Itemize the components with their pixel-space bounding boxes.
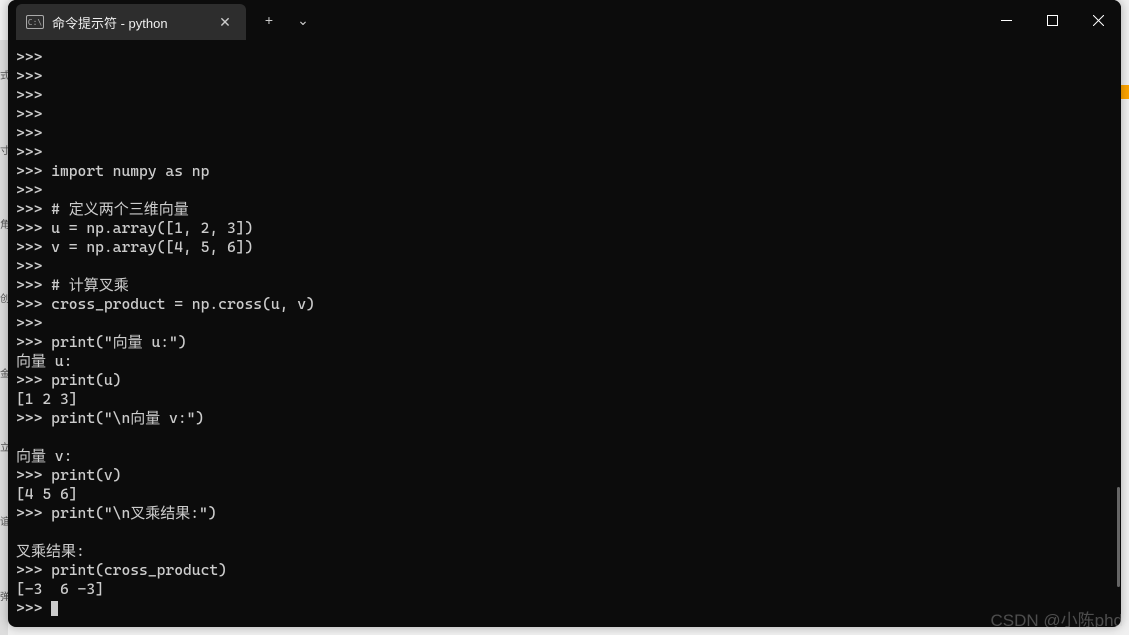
background-char: 式 <box>0 57 8 97</box>
terminal-line: >>> print("向量 u:") <box>16 333 1109 352</box>
terminal-line: [1 2 3] <box>16 390 1109 409</box>
terminal-line: >>> <box>16 124 1109 143</box>
maximize-button[interactable] <box>1029 0 1075 40</box>
scrollbar-thumb[interactable] <box>1117 487 1120 587</box>
terminal-line: >>> print(u) <box>16 371 1109 390</box>
cursor <box>51 601 58 616</box>
terminal-line: >>> cross_product = np.cross(u, v) <box>16 295 1109 314</box>
background-char: 弹 <box>0 578 8 618</box>
terminal-line: >>> # 定义两个三维向量 <box>16 200 1109 219</box>
terminal-line: 向量 v: <box>16 447 1109 466</box>
tab-active[interactable]: C:\ 命令提示符 - python ✕ <box>16 4 246 40</box>
terminal-line: >>> <box>16 86 1109 105</box>
terminal-line: >>> <box>16 143 1109 162</box>
terminal-line: >>> v = np.array([4, 5, 6]) <box>16 238 1109 257</box>
terminal-line: >>> <box>16 181 1109 200</box>
terminal-line: >>> <box>16 105 1109 124</box>
background-char: 角 <box>0 206 8 246</box>
window-controls <box>983 0 1121 40</box>
background-char: 金 <box>0 355 8 395</box>
background-char: 立 <box>0 429 8 469</box>
terminal-line: >>> print(cross_product) <box>16 561 1109 580</box>
terminal-line: >>> print(v) <box>16 466 1109 485</box>
tab-dropdown-button[interactable]: ⌄ <box>286 4 320 36</box>
terminal-line: >>> <box>16 67 1109 86</box>
background-badge <box>1121 85 1129 99</box>
new-tab-button[interactable]: + <box>252 4 286 36</box>
terminal-line: 向量 u: <box>16 352 1109 371</box>
terminal-line: >>> <box>16 599 1109 618</box>
terminal-line: >>> print("\n向量 v:") <box>16 409 1109 428</box>
terminal-line: 叉乘结果: <box>16 542 1109 561</box>
terminal-line <box>16 523 1109 542</box>
terminal-line: >>> <box>16 314 1109 333</box>
terminal-body[interactable]: >>>>>>>>>>>>>>>>>>>>> import numpy as np… <box>8 40 1121 627</box>
background-char: 创 <box>0 280 8 320</box>
close-button[interactable] <box>1075 0 1121 40</box>
tab-close-button[interactable]: ✕ <box>214 11 236 33</box>
terminal-line <box>16 428 1109 447</box>
background-editor-gutter: 式寸角创金立谊弹 <box>0 40 8 635</box>
terminal-line: >>> u = np.array([1, 2, 3]) <box>16 219 1109 238</box>
terminal-line: >>> <box>16 48 1109 67</box>
terminal-line: >>> <box>16 257 1109 276</box>
terminal-line: >>> print("\n叉乘结果:") <box>16 504 1109 523</box>
tab-strip-actions: + ⌄ <box>252 0 320 40</box>
terminal-line: >>> import numpy as np <box>16 162 1109 181</box>
terminal-line: [4 5 6] <box>16 485 1109 504</box>
background-char: 寸 <box>0 132 8 172</box>
terminal-line: [-3 6 -3] <box>16 580 1109 599</box>
minimize-button[interactable] <box>983 0 1029 40</box>
terminal-line: >>> # 计算叉乘 <box>16 276 1109 295</box>
titlebar[interactable]: C:\ 命令提示符 - python ✕ + ⌄ <box>8 0 1121 40</box>
terminal-icon: C:\ <box>26 15 44 29</box>
titlebar-drag-region[interactable] <box>320 0 983 40</box>
tab-title: 命令提示符 - python <box>52 13 214 32</box>
background-char: 谊 <box>0 503 8 543</box>
terminal-window: C:\ 命令提示符 - python ✕ + ⌄ >>>>>>>>>>>>>>>… <box>8 0 1121 627</box>
